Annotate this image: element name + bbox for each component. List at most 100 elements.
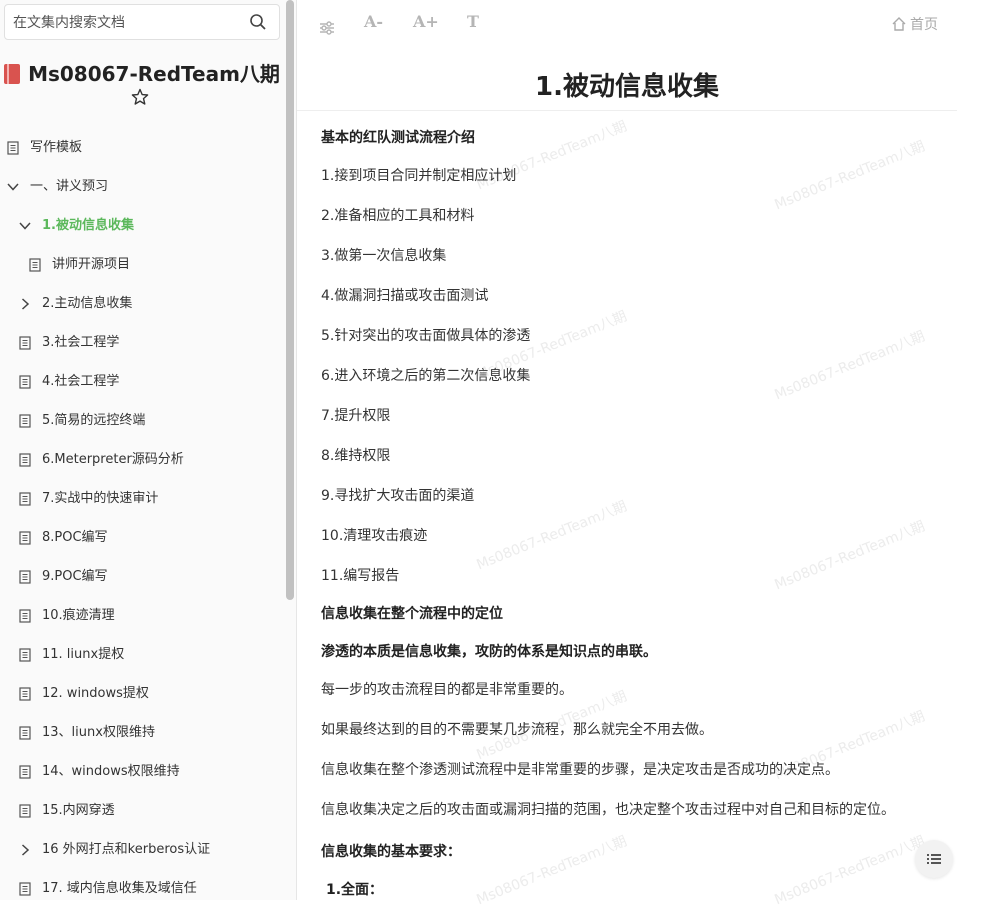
sidebar-item-label: 12. windows提权 [42, 686, 149, 701]
sliders-icon[interactable] [319, 16, 335, 40]
paragraph: 信息收集在整个渗透测试流程中是非常重要的步骤，是决定攻击是否成功的决定点。 [321, 762, 839, 778]
section-heading: 基本的红队测试流程介绍 [321, 130, 475, 146]
sidebar-item-label: 16 外网打点和kerberos认证 [42, 842, 211, 857]
document-icon [18, 414, 32, 428]
chevron-right-icon[interactable] [18, 297, 32, 311]
sidebar-item[interactable]: 讲师开源项目 [0, 247, 284, 283]
sidebar-item[interactable]: 一、讲义预习 [0, 169, 284, 205]
document-pane: A- A+ T 首页 1.被动信息收集 Ms08067-RedTeam八期 Ms0… [297, 0, 990, 908]
document-icon [6, 141, 20, 155]
sidebar-item-label: 9.POC编写 [42, 569, 108, 584]
paragraph: 2.准备相应的工具和材料 [321, 208, 475, 224]
home-icon [892, 17, 906, 31]
sidebar-item-label: 4.社会工程学 [42, 374, 120, 389]
watermark-text: Ms08067-RedTeam八期 [474, 498, 630, 574]
book-title: Ms08067-RedTeam八期 [0, 58, 284, 87]
section-heading: 1.全面： [326, 882, 384, 898]
sidebar-item[interactable]: 4.社会工程学 [0, 364, 284, 400]
paragraph: 1.接到项目合同并制定相应计划 [321, 168, 517, 184]
sidebar-item[interactable]: 2.主动信息收集 [0, 286, 284, 322]
section-heading: 信息收集的基本要求： [321, 844, 461, 860]
document-icon [18, 492, 32, 506]
sidebar-item[interactable]: 5.简易的远控终端 [0, 403, 284, 439]
paragraph: 每一步的攻击流程目的都是非常重要的。 [321, 682, 573, 698]
sidebar-item[interactable]: 写作模板 [0, 130, 284, 166]
section-heading: 渗透的本质是信息收集，攻防的体系是知识点的串联。 [321, 644, 657, 660]
sidebar-item[interactable]: 15.内网穿透 [0, 793, 284, 829]
watermark-text: Ms08067-RedTeam八期 [474, 833, 630, 909]
watermark-text: Ms08067-RedTeam八期 [772, 833, 928, 909]
paragraph: 4.做漏洞扫描或攻击面测试 [321, 288, 489, 304]
sidebar-item-label: 讲师开源项目 [52, 257, 131, 272]
document-icon [18, 570, 32, 584]
document-icon [18, 882, 32, 896]
chevron-right-icon[interactable] [18, 843, 32, 857]
sidebar-item-label: 10.痕迹清理 [42, 608, 115, 623]
sidebar-item-label: 5.简易的远控终端 [42, 413, 146, 428]
sidebar-item[interactable]: 16 外网打点和kerberos认证 [0, 832, 284, 868]
watermark-text: Ms08067-RedTeam八期 [772, 138, 928, 214]
sidebar-item[interactable]: 8.POC编写 [0, 520, 284, 556]
home-label: 首页 [910, 17, 938, 33]
sidebar-item-label: 3.社会工程学 [42, 335, 120, 350]
chevron-down-icon[interactable] [18, 219, 32, 233]
sidebar-item-label: 2.主动信息收集 [42, 296, 133, 311]
document-icon [18, 336, 32, 350]
chevron-down-icon[interactable] [6, 180, 20, 194]
sidebar-item-label: 14、windows权限维持 [42, 764, 180, 779]
document-title: 1.被动信息收集 [535, 72, 719, 102]
font-larger-button[interactable]: A+ [413, 12, 439, 36]
sidebar-item-label: 6.Meterpreter源码分析 [42, 452, 184, 467]
title-divider [297, 110, 957, 111]
sidebar-item[interactable]: 11. liunx提权 [0, 637, 284, 673]
paragraph: 5.针对突出的攻击面做具体的渗透 [321, 328, 531, 344]
sidebar-item[interactable]: 10.痕迹清理 [0, 598, 284, 634]
document-icon [18, 375, 32, 389]
sidebar-item[interactable]: 12. windows提权 [0, 676, 284, 712]
paragraph: 3.做第一次信息收集 [321, 248, 447, 264]
document-icon [18, 804, 32, 818]
sidebar-item-label: 15.内网穿透 [42, 803, 115, 818]
home-link[interactable]: 首页 [891, 14, 938, 34]
watermark-text: Ms08067-RedTeam八期 [772, 518, 928, 594]
paragraph: 11.编写报告 [321, 568, 400, 584]
sidebar-item-label: 1.被动信息收集 [42, 218, 134, 233]
sidebar-item-label: 7.实战中的快速审计 [42, 491, 159, 506]
paragraph: 信息收集决定之后的攻击面或漏洞扫描的范围，也决定整个攻击过程中对自己和目标的定位… [321, 802, 895, 818]
sidebar-item[interactable]: 1.被动信息收集 [0, 208, 284, 244]
book-title-text: Ms08067-RedTeam八期 [28, 62, 280, 86]
search-input[interactable] [11, 5, 247, 41]
sidebar-scrollbar[interactable] [286, 0, 294, 600]
sidebar-item-label: 13、liunx权限维持 [42, 725, 155, 740]
font-smaller-button[interactable]: A- [364, 12, 383, 36]
sidebar-item[interactable]: 6.Meterpreter源码分析 [0, 442, 284, 478]
document-icon [28, 258, 42, 272]
sidebar-item[interactable]: 13、liunx权限维持 [0, 715, 284, 751]
list-icon [927, 854, 941, 864]
document-icon [18, 687, 32, 701]
section-heading: 信息收集在整个流程中的定位 [321, 606, 503, 622]
book-icon [4, 64, 21, 84]
paragraph: 8.维持权限 [321, 448, 391, 464]
sidebar-item[interactable]: 14、windows权限维持 [0, 754, 284, 790]
document-icon [18, 726, 32, 740]
watermark-text: Ms08067-RedTeam八期 [772, 328, 928, 404]
font-style-button[interactable]: T [467, 12, 479, 36]
document-icon [18, 531, 32, 545]
search-icon[interactable] [249, 13, 267, 31]
sidebar-item-label: 写作模板 [30, 140, 83, 155]
sidebar-item[interactable]: 9.POC编写 [0, 559, 284, 595]
sidebar-item-label: 8.POC编写 [42, 530, 108, 545]
paragraph: 7.提升权限 [321, 408, 391, 424]
sidebar-item-label: 17. 域内信息收集及域信任 [42, 881, 197, 896]
toc-toggle-button[interactable] [915, 840, 953, 878]
star-icon[interactable] [131, 88, 149, 106]
document-icon [18, 609, 32, 623]
sidebar-item[interactable]: 3.社会工程学 [0, 325, 284, 361]
sidebar: Ms08067-RedTeam八期 写作模板一、讲义预习 1.被动信息收集讲师开源… [0, 0, 297, 900]
paragraph: 9.寻找扩大攻击面的渠道 [321, 488, 475, 504]
paragraph: 10.清理攻击痕迹 [321, 528, 428, 544]
sidebar-item[interactable]: 7.实战中的快速审计 [0, 481, 284, 517]
sidebar-item[interactable]: 17. 域内信息收集及域信任 [0, 871, 284, 900]
sidebar-item-label: 11. liunx提权 [42, 647, 125, 662]
